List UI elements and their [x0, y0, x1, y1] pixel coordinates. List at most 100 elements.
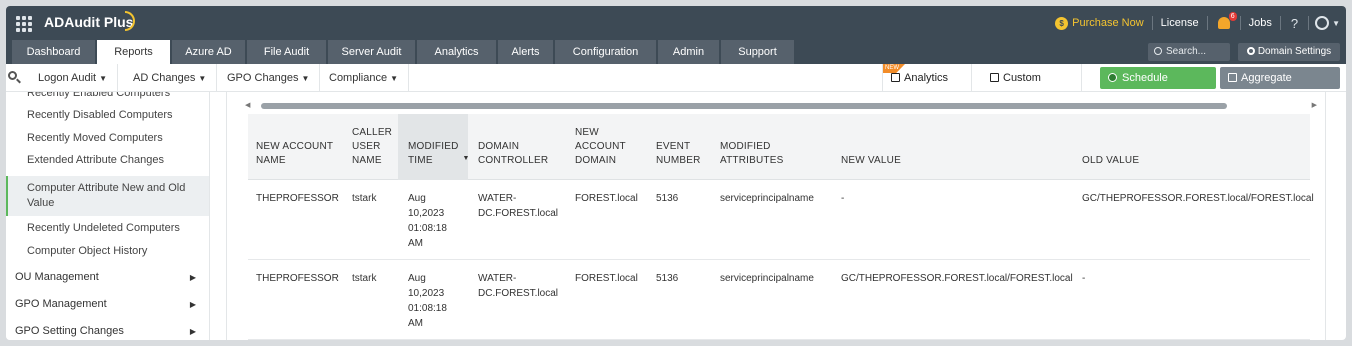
chevron-right-icon: ▶ — [189, 273, 196, 282]
sidebar-item-computer-object-history[interactable]: Computer Object History — [6, 244, 209, 259]
column-header-old-value[interactable]: OLD VALUE — [1082, 114, 1202, 180]
cell-modified-attributes: serviceprincipalname — [720, 193, 814, 204]
column-header-modified-time[interactable]: MODIFIED TIME ▼ — [398, 114, 470, 180]
tab-dashboard[interactable]: Dashboard — [12, 40, 96, 64]
license-link[interactable]: License — [1153, 17, 1207, 29]
tab-server-audit[interactable]: Server Audit — [328, 40, 416, 64]
chevron-down-icon: ▼ — [301, 74, 310, 83]
purchase-now-link[interactable]: $ Purchase Now — [1047, 16, 1152, 30]
custom-reports-button[interactable]: Custom Reports — [982, 64, 1082, 112]
column-header-new-account-name[interactable]: NEW ACCOUNT NAME — [256, 114, 348, 180]
domain-settings-label: Domain Settings — [1257, 46, 1332, 57]
compliance-label: Compliance — [329, 72, 388, 84]
search-icon[interactable] — [8, 71, 17, 80]
tab-support[interactable]: Support — [721, 40, 795, 64]
user-avatar-icon[interactable] — [1315, 16, 1330, 30]
cell-domain-controller: WATER-DC.FOREST.local — [478, 193, 559, 219]
gpo-management-label: GPO Management — [15, 298, 107, 310]
gpo-changes-label: GPO Changes — [227, 72, 299, 84]
domain-settings-button[interactable]: Domain Settings — [1238, 43, 1340, 61]
scrollbar-thumb[interactable] — [261, 103, 1227, 109]
table-row[interactable]: THEPROFESSOR tstark Aug 10,2023 01:08:18… — [248, 180, 1314, 260]
tab-file-audit[interactable]: File Audit — [247, 40, 327, 64]
scroll-left-icon[interactable]: ◀ — [245, 101, 250, 109]
column-header-new-value[interactable]: NEW VALUE — [841, 114, 961, 180]
cell-modified-attributes: serviceprincipalname — [720, 273, 814, 284]
search-placeholder: Search... — [1166, 46, 1207, 57]
reports-sidebar: Recently Enabled Computers Recently Disa… — [6, 92, 210, 340]
compliance-menu[interactable]: Compliance ▼ — [319, 64, 410, 92]
tab-reports[interactable]: Reports — [97, 40, 171, 64]
gpo-changes-menu[interactable]: GPO Changes ▼ — [217, 64, 321, 92]
ou-management-label: OU Management — [15, 271, 99, 283]
app-grid-icon[interactable] — [16, 16, 32, 32]
sidebar-item-extended-attribute-changes[interactable]: Extended Attribute Changes — [6, 153, 209, 168]
top-bar: ADAudit Plus $ Purchase Now License 6 Jo… — [6, 6, 1346, 40]
ad-changes-label: AD Changes — [133, 72, 196, 84]
tab-analytics[interactable]: Analytics — [417, 40, 497, 64]
chevron-down-icon: ▼ — [99, 74, 108, 83]
cell-new-account-domain: FOREST.local — [575, 193, 638, 204]
gpo-setting-changes-label: GPO Setting Changes — [15, 325, 124, 337]
gear-icon — [1246, 47, 1255, 55]
sidebar-item-computer-attribute-new-and-old-value[interactable]: Computer Attribute New and Old Value — [6, 176, 209, 216]
search-input[interactable]: Search... — [1148, 43, 1230, 61]
cell-old-value: GC/THEPROFESSOR.FOREST.local/FOREST.loca… — [1082, 193, 1314, 204]
cell-modified-time: Aug 10,2023 01:08:18 AM — [408, 193, 447, 249]
table-row[interactable]: THEPROFESSOR tstark Aug 10,2023 01:08:18… — [248, 260, 1310, 340]
main-tabs: Dashboard Reports Azure AD File Audit Se… — [6, 40, 1346, 64]
divider — [1206, 16, 1208, 30]
tab-azure-ad[interactable]: Azure AD — [172, 40, 246, 64]
jobs-link[interactable]: Jobs — [1241, 17, 1280, 29]
horizontal-scrollbar[interactable]: ◀ ▶ — [245, 101, 1317, 110]
table-header: NEW ACCOUNT NAME CALLER USER NAME MODIFI… — [248, 114, 1310, 180]
column-header-event-number[interactable]: EVENT NUMBER — [656, 114, 710, 180]
column-header-caller-user-name[interactable]: CALLER USER NAME — [352, 114, 398, 180]
logon-audit-menu[interactable]: Logon Audit ▼ — [28, 64, 119, 92]
cell-modified-time: Aug 10,2023 01:08:18 AM — [408, 273, 447, 329]
cell-old-value: - — [1082, 273, 1086, 284]
column-header-domain-controller[interactable]: DOMAIN CONTROLLER — [478, 114, 558, 180]
logon-audit-label: Logon Audit — [38, 72, 97, 84]
cell-domain-controller: WATER-DC.FOREST.local — [478, 273, 559, 299]
help-icon[interactable]: ? — [1281, 16, 1308, 31]
chevron-down-icon[interactable]: ▼ — [1332, 19, 1340, 28]
cell-caller-user-name: tstark — [352, 193, 377, 204]
sidebar-item-recently-disabled-computers[interactable]: Recently Disabled Computers — [6, 108, 209, 123]
column-header-new-account-domain[interactable]: NEW ACCOUNT DOMAIN — [575, 114, 641, 180]
clock-icon — [1108, 73, 1117, 82]
analytics-button[interactable]: NEW Analytics — [882, 64, 972, 92]
tab-admin[interactable]: Admin — [658, 40, 720, 64]
cell-new-account-domain: FOREST.local — [575, 273, 638, 284]
notification-bell-icon[interactable]: 6 — [1217, 12, 1237, 29]
sidebar-group-gpo-setting-changes[interactable]: GPO Setting Changes ▶ — [6, 318, 209, 340]
aggregate-icon — [1228, 73, 1237, 82]
analytics-label: Analytics — [904, 72, 949, 84]
chevron-right-icon: ▶ — [189, 327, 196, 336]
cart-icon: $ — [1055, 16, 1069, 30]
notification-badge: 6 — [1228, 12, 1237, 21]
top-right-links: $ Purchase Now License 6 Jobs ? ▼ — [1047, 6, 1340, 40]
sidebar-group-ou-management[interactable]: OU Management ▶ — [6, 264, 209, 291]
schedule-reports-button[interactable]: Schedule Reports — [1100, 67, 1216, 106]
sidebar-item-recently-moved-computers[interactable]: Recently Moved Computers — [6, 131, 209, 146]
cell-new-value: - — [841, 193, 845, 204]
sidebar-item-recently-undeleted-computers[interactable]: Recently Undeleted Computers — [6, 221, 209, 236]
sidebar-group-gpo-management[interactable]: GPO Management ▶ — [6, 291, 209, 318]
sort-desc-icon: ▼ — [462, 155, 470, 162]
new-badge: NEW — [883, 64, 905, 73]
scroll-right-icon[interactable]: ▶ — [1312, 101, 1317, 109]
modified-time-label: MODIFIED TIME — [408, 141, 459, 166]
monitor-icon — [891, 73, 900, 82]
report-content: ◀ ▶ NEW ACCOUNT NAME CALLER USER NAME MO… — [226, 92, 1326, 340]
cell-new-account-name: THEPROFESSOR — [256, 273, 339, 284]
ad-changes-menu[interactable]: AD Changes ▼ — [123, 64, 218, 92]
sidebar-item-recently-enabled-computers[interactable]: Recently Enabled Computers — [6, 92, 209, 101]
report-subnav: Logon Audit ▼ AD Changes ▼ GPO Changes ▼ Co… — [6, 64, 1346, 112]
aggregate-reports-button[interactable]: Aggregate Reports — [1220, 67, 1340, 106]
column-header-modified-attributes[interactable]: MODIFIED ATTRIBUTES — [720, 114, 800, 180]
tab-configuration[interactable]: Configuration — [555, 40, 657, 64]
search-icon — [1154, 47, 1162, 55]
tab-alerts[interactable]: Alerts — [498, 40, 554, 64]
chevron-down-icon: ▼ — [390, 74, 399, 83]
